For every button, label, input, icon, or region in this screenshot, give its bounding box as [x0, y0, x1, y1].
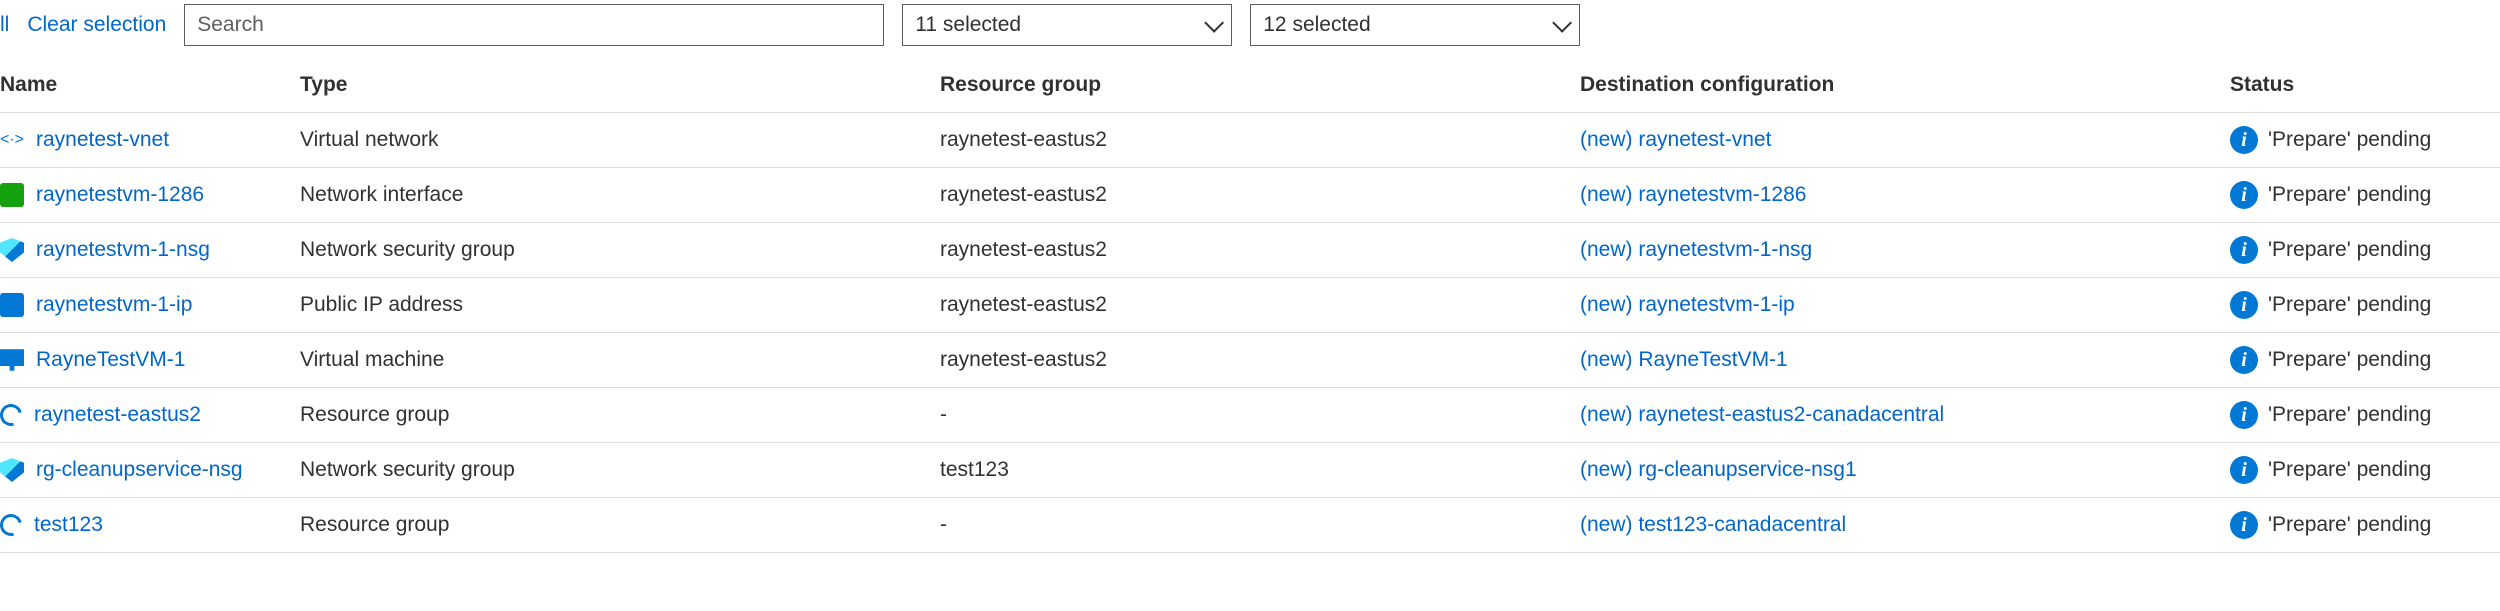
table-row: test123 Resource group-(new) test123-cana… [0, 498, 2500, 553]
info-icon[interactable]: i [2230, 181, 2258, 209]
info-icon[interactable]: i [2230, 456, 2258, 484]
vnet-icon [0, 128, 24, 152]
public-ip-icon [0, 293, 24, 317]
search-input[interactable] [184, 4, 884, 46]
destination-config-link[interactable]: (new) RayneTestVM-1 [1580, 348, 2230, 372]
filter-dropdown-2-label: 12 selected [1263, 13, 1370, 37]
resource-name-text: raynetestvm-1286 [36, 183, 204, 207]
destination-config-link[interactable]: (new) raynetestvm-1-nsg [1580, 238, 2230, 262]
filter-dropdown-1[interactable]: 11 selected [902, 4, 1232, 46]
resources-table: Name Type Resource group Destination con… [0, 58, 2500, 553]
resource-name-text: raynetest-eastus2 [34, 403, 201, 427]
col-header-destination[interactable]: Destination configuration [1580, 73, 2230, 97]
resource-type: Resource group [300, 513, 940, 537]
destination-config-link[interactable]: (new) rg-cleanupservice-nsg1 [1580, 458, 2230, 482]
filter-toolbar: ll Clear selection 11 selected 12 select… [0, 0, 2500, 58]
destination-config-link[interactable]: (new) raynetest-eastus2-canadacentral [1580, 403, 2230, 427]
resource-group-cell: - [940, 513, 1580, 537]
clear-selection-link[interactable]: Clear selection [27, 13, 166, 37]
info-icon[interactable]: i [2230, 511, 2258, 539]
status-cell: i 'Prepare' pending [2230, 511, 2500, 539]
table-header-row: Name Type Resource group Destination con… [0, 58, 2500, 113]
resource-name-link[interactable]: raynetestvm-1286 [0, 183, 300, 207]
resource-name-link[interactable]: RayneTestVM-1 [0, 348, 300, 372]
resource-name-text: RayneTestVM-1 [36, 348, 185, 372]
status-text: 'Prepare' pending [2268, 458, 2431, 482]
nsg-icon [0, 458, 24, 482]
table-row: raynetestvm-1-nsg Network security groupr… [0, 223, 2500, 278]
col-header-name[interactable]: Name [0, 73, 300, 97]
status-text: 'Prepare' pending [2268, 183, 2431, 207]
filter-dropdown-1-label: 11 selected [915, 13, 1021, 37]
info-icon[interactable]: i [2230, 401, 2258, 429]
table-row: raynetest-eastus2 Resource group-(new) ra… [0, 388, 2500, 443]
resource-group-cell: raynetest-eastus2 [940, 183, 1580, 207]
col-header-resource-group[interactable]: Resource group [940, 73, 1580, 97]
status-text: 'Prepare' pending [2268, 293, 2431, 317]
resource-name-text: rg-cleanupservice-nsg [36, 458, 243, 482]
table-row: raynetestvm-1-ip Public IP addressraynete… [0, 278, 2500, 333]
nsg-icon [0, 238, 24, 262]
col-header-type[interactable]: Type [300, 73, 940, 97]
resource-type: Public IP address [300, 293, 940, 317]
resource-type: Virtual machine [300, 348, 940, 372]
resource-group-cell: raynetest-eastus2 [940, 293, 1580, 317]
resource-group-cell: - [940, 403, 1580, 427]
resource-group-cell: test123 [940, 458, 1580, 482]
status-text: 'Prepare' pending [2268, 403, 2431, 427]
resource-type: Network interface [300, 183, 940, 207]
info-icon[interactable]: i [2230, 346, 2258, 374]
table-row: raynetest-vnet Virtual networkraynetest-e… [0, 113, 2500, 168]
status-cell: i 'Prepare' pending [2230, 181, 2500, 209]
chevron-down-icon [1552, 13, 1572, 33]
destination-config-link[interactable]: (new) raynetestvm-1-ip [1580, 293, 2230, 317]
resource-name-link[interactable]: raynetest-eastus2 [0, 403, 300, 427]
nic-icon [0, 183, 24, 207]
resource-name-text: raynetest-vnet [36, 128, 169, 152]
resource-name-text: test123 [34, 513, 103, 537]
col-header-status[interactable]: Status [2230, 73, 2500, 97]
resource-name-text: raynetestvm-1-ip [36, 293, 192, 317]
status-cell: i 'Prepare' pending [2230, 126, 2500, 154]
vm-icon [0, 348, 24, 372]
chevron-down-icon [1204, 13, 1224, 33]
resource-type: Resource group [300, 403, 940, 427]
table-row: rg-cleanupservice-nsg Network security gr… [0, 443, 2500, 498]
info-icon[interactable]: i [2230, 291, 2258, 319]
destination-config-link[interactable]: (new) raynetestvm-1286 [1580, 183, 2230, 207]
resource-name-link[interactable]: rg-cleanupservice-nsg [0, 458, 300, 482]
resource-name-link[interactable]: raynetestvm-1-nsg [0, 238, 300, 262]
filter-dropdown-2[interactable]: 12 selected [1250, 4, 1580, 46]
resource-type: Network security group [300, 238, 940, 262]
status-text: 'Prepare' pending [2268, 348, 2431, 372]
status-cell: i 'Prepare' pending [2230, 456, 2500, 484]
resource-name-link[interactable]: raynetestvm-1-ip [0, 293, 300, 317]
resource-name-text: raynetestvm-1-nsg [36, 238, 210, 262]
resource-type: Virtual network [300, 128, 940, 152]
resource-group-cell: raynetest-eastus2 [940, 348, 1580, 372]
status-text: 'Prepare' pending [2268, 513, 2431, 537]
destination-config-link[interactable]: (new) test123-canadacentral [1580, 513, 2230, 537]
status-cell: i 'Prepare' pending [2230, 236, 2500, 264]
resource-group-icon [0, 400, 26, 430]
info-icon[interactable]: i [2230, 126, 2258, 154]
status-cell: i 'Prepare' pending [2230, 401, 2500, 429]
resource-name-link[interactable]: raynetest-vnet [0, 128, 300, 152]
status-text: 'Prepare' pending [2268, 238, 2431, 262]
resource-group-cell: raynetest-eastus2 [940, 128, 1580, 152]
resource-group-cell: raynetest-eastus2 [940, 238, 1580, 262]
select-all-link-fragment[interactable]: ll [0, 13, 9, 37]
status-cell: i 'Prepare' pending [2230, 291, 2500, 319]
info-icon[interactable]: i [2230, 236, 2258, 264]
resource-group-icon [0, 510, 26, 540]
destination-config-link[interactable]: (new) raynetest-vnet [1580, 128, 2230, 152]
resource-type: Network security group [300, 458, 940, 482]
table-row: RayneTestVM-1 Virtual machineraynetest-ea… [0, 333, 2500, 388]
resource-name-link[interactable]: test123 [0, 513, 300, 537]
table-row: raynetestvm-1286 Network interfaceraynete… [0, 168, 2500, 223]
status-cell: i 'Prepare' pending [2230, 346, 2500, 374]
status-text: 'Prepare' pending [2268, 128, 2431, 152]
